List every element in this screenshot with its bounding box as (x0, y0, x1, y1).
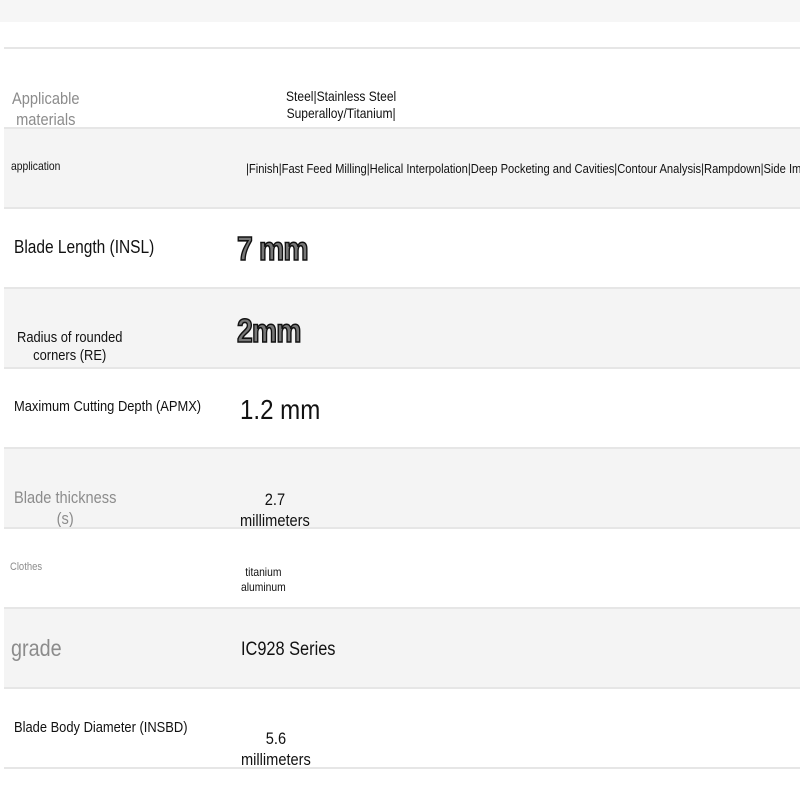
spec-row-blade-thickness: Blade thickness (s) 2.7 millimeters (4, 447, 800, 530)
row-label: Radius of rounded corners (RE) (17, 329, 123, 364)
row-value: 5.6 millimeters (241, 729, 311, 769)
row-value: Steel|Stainless Steel Superalloy/Titaniu… (286, 87, 397, 121)
row-label: Blade Body Diameter (INSBD) (14, 719, 188, 736)
row-label: Clothes (10, 561, 43, 573)
spec-row-grade: grade IC928 Series (4, 607, 800, 687)
row-label: Blade thickness (s) (14, 488, 117, 528)
spec-table: Applicable materials Steel|Stainless Ste… (4, 47, 800, 769)
row-value: 1.2 mm (240, 394, 321, 425)
row-label: Applicable materials (12, 89, 80, 129)
row-value: 2.7 millimeters (240, 490, 310, 530)
spec-row-application: application |Finish|Fast Feed Milling|He… (4, 127, 800, 207)
row-value: IC928 Series (241, 639, 336, 660)
row-value: titanium aluminum (241, 565, 286, 594)
row-label: Blade Length (INSL) (14, 237, 155, 257)
row-value: |Finish|Fast Feed Milling|Helical Interp… (246, 161, 800, 176)
row-label: application (11, 159, 61, 173)
spec-row-clothes: Clothes titanium aluminum (4, 527, 800, 607)
row-value: 2mm (236, 311, 302, 350)
row-label: grade (11, 635, 62, 661)
row-value: 7 mm (236, 229, 309, 268)
top-band (0, 0, 800, 22)
row-label: Maximum Cutting Depth (APMX) (14, 398, 202, 415)
spec-row-body-diameter: Blade Body Diameter (INSBD) 5.6 millimet… (4, 687, 800, 769)
spec-row-applicable-materials: Applicable materials Steel|Stainless Ste… (4, 47, 800, 129)
spec-row-max-cutting-depth: Maximum Cutting Depth (APMX) 1.2 mm (4, 367, 800, 447)
spec-row-blade-length: Blade Length (INSL) 7 mm (4, 207, 800, 287)
spec-row-corner-radius: Radius of rounded corners (RE) 2mm (4, 287, 800, 367)
